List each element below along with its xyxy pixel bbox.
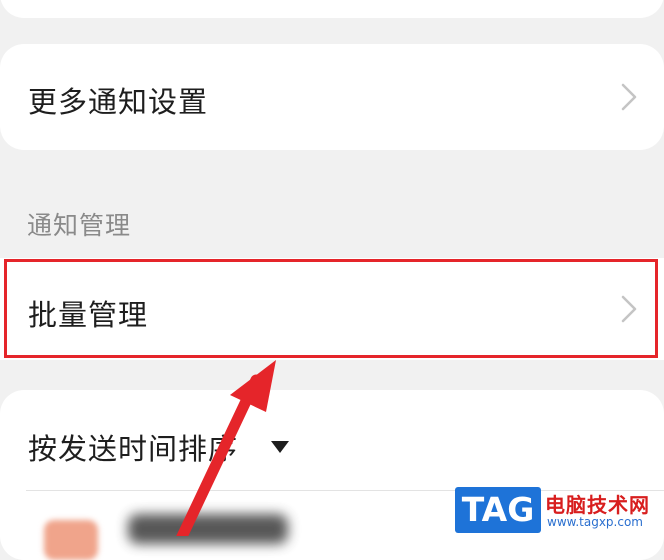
- app-avatar: [44, 520, 98, 560]
- section-title-notification-management: 通知管理: [27, 211, 132, 240]
- sort-label: 按发送时间排序: [28, 432, 239, 466]
- caret-down-icon: [271, 441, 289, 453]
- highlight-box: [4, 259, 658, 358]
- watermark-site-name: 电脑技术网: [545, 493, 650, 517]
- sort-selector[interactable]: 按发送时间排序: [0, 412, 320, 474]
- notification-list-card: 按发送时间排序: [0, 390, 664, 560]
- previous-settings-card: [0, 0, 664, 18]
- watermark-logo: TAG 电脑技术网 www.tagxp.com: [455, 487, 660, 533]
- watermark-tag: TAG: [455, 487, 541, 533]
- more-notification-settings-label: 更多通知设置: [28, 85, 209, 119]
- more-notification-settings-row[interactable]: 更多通知设置: [0, 44, 664, 150]
- watermark-url: www.tagxp.com: [547, 515, 643, 529]
- app-name-blurred: [128, 514, 288, 544]
- chevron-right-icon: [621, 83, 637, 111]
